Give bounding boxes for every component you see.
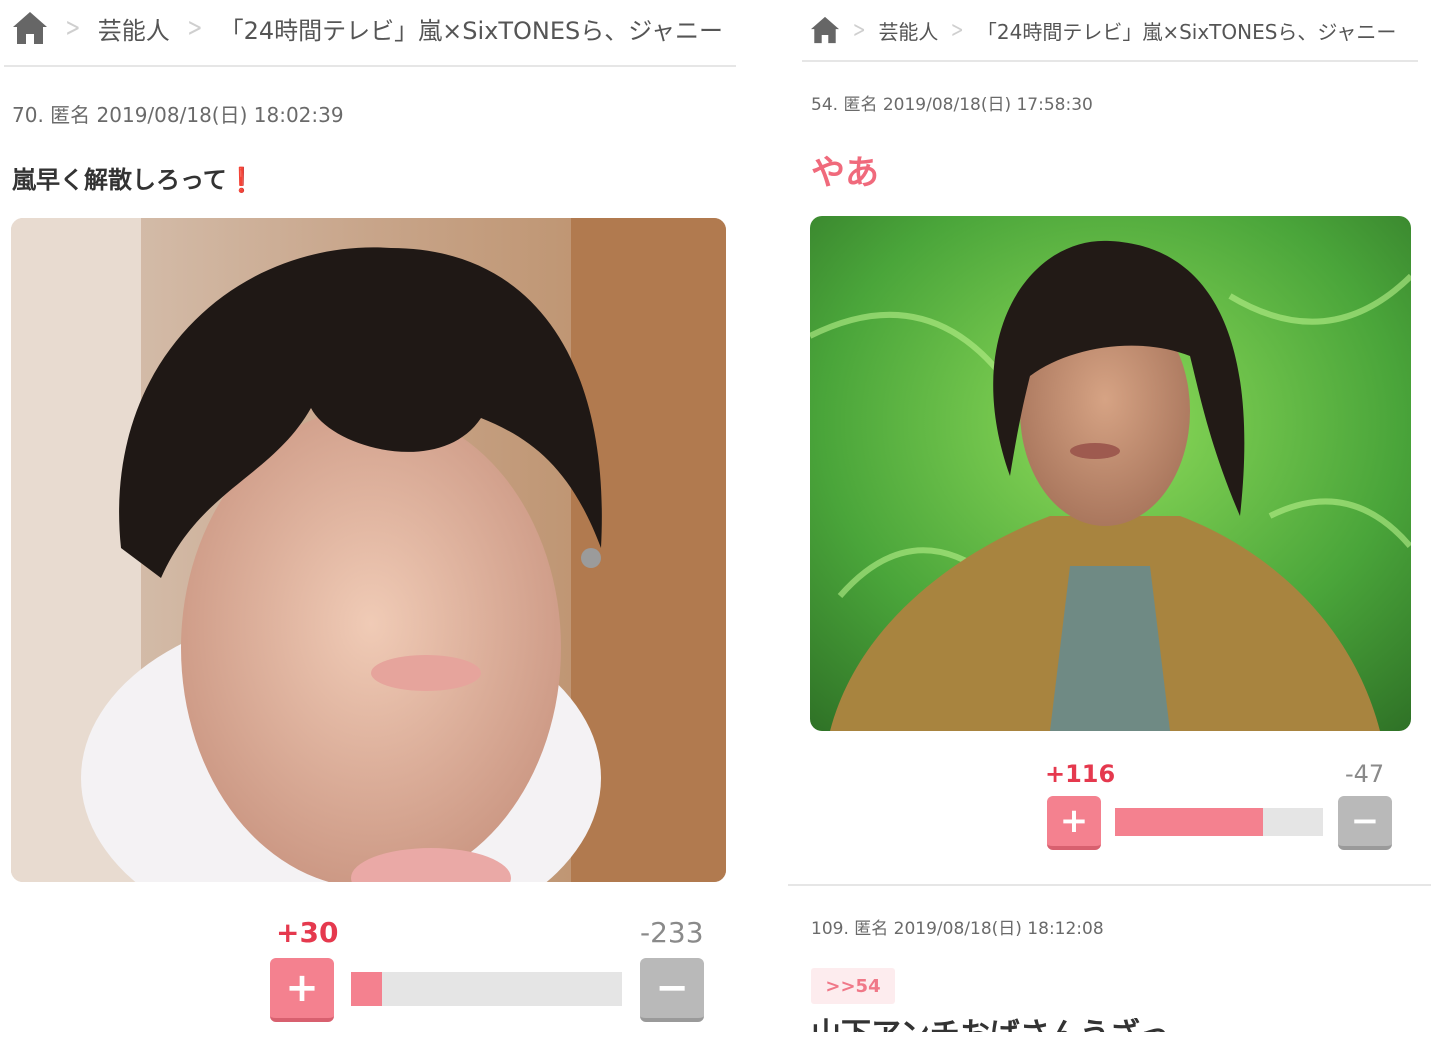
left-comment-panel: > 芸能人 > 「24時間テレビ」嵐×SixTONESら、ジャニー 70. 匿名… — [0, 0, 745, 1054]
breadcrumb-category[interactable]: 芸能人 — [878, 16, 938, 45]
plus-vote-button[interactable]: + — [1047, 796, 1101, 850]
exclamation-icon: ❗ — [226, 166, 257, 194]
chevron-right-icon: > — [852, 17, 866, 43]
vote-ratio-fill — [1115, 808, 1264, 836]
minus-vote-count: -233 — [640, 916, 704, 949]
comment-text: やあ — [811, 153, 879, 193]
vote-ratio-bar — [1115, 808, 1323, 836]
comment-meta: 54. 匿名 2019/08/18(日) 17:58:30 — [811, 95, 1093, 115]
breadcrumb-topic-title[interactable]: 「24時間テレビ」嵐×SixTONESら、ジャニー — [220, 11, 723, 46]
minus-vote-button[interactable]: − — [1338, 796, 1392, 850]
breadcrumb: > 芸能人 > 「24時間テレビ」嵐×SixTONESら、ジャニー — [810, 12, 1440, 48]
home-icon[interactable] — [12, 11, 48, 45]
plus-vote-count: +116 — [1045, 760, 1116, 788]
reply-anchor-link[interactable]: >>54 — [811, 968, 895, 1004]
divider — [4, 65, 736, 67]
plus-vote-count: +30 — [276, 916, 339, 949]
divider — [802, 60, 1418, 62]
breadcrumb-category[interactable]: 芸能人 — [98, 11, 170, 46]
comment-body: 嵐早く解散しろって — [12, 166, 227, 194]
comment-photo[interactable] — [810, 216, 1411, 731]
comment-photo[interactable] — [11, 218, 726, 882]
breadcrumb-topic-title[interactable]: 「24時間テレビ」嵐×SixTONESら、ジャニー — [977, 16, 1397, 45]
divider — [788, 884, 1431, 886]
minus-vote-count: -47 — [1345, 760, 1385, 788]
comment-meta: 70. 匿名 2019/08/18(日) 18:02:39 — [12, 103, 344, 127]
minus-vote-button[interactable]: − — [640, 958, 704, 1022]
chevron-right-icon: > — [187, 13, 203, 43]
comment-text: 嵐早く解散しろって❗ — [12, 160, 257, 195]
chevron-right-icon: > — [951, 17, 965, 43]
vote-ratio-bar — [351, 972, 622, 1006]
right-comment-panel: > 芸能人 > 「24時間テレビ」嵐×SixTONESら、ジャニー 54. 匿名… — [788, 0, 1447, 1054]
breadcrumb: > 芸能人 > 「24時間テレビ」嵐×SixTONESら、ジャニー — [12, 8, 737, 48]
chevron-right-icon: > — [65, 13, 81, 43]
comment-text-partial: 山下アンチおばさんうざっ — [811, 1018, 1170, 1032]
comment-meta: 109. 匿名 2019/08/18(日) 18:12:08 — [811, 919, 1104, 939]
plus-vote-button[interactable]: + — [270, 958, 334, 1022]
home-icon[interactable] — [810, 16, 840, 44]
vote-ratio-fill — [351, 972, 382, 1006]
